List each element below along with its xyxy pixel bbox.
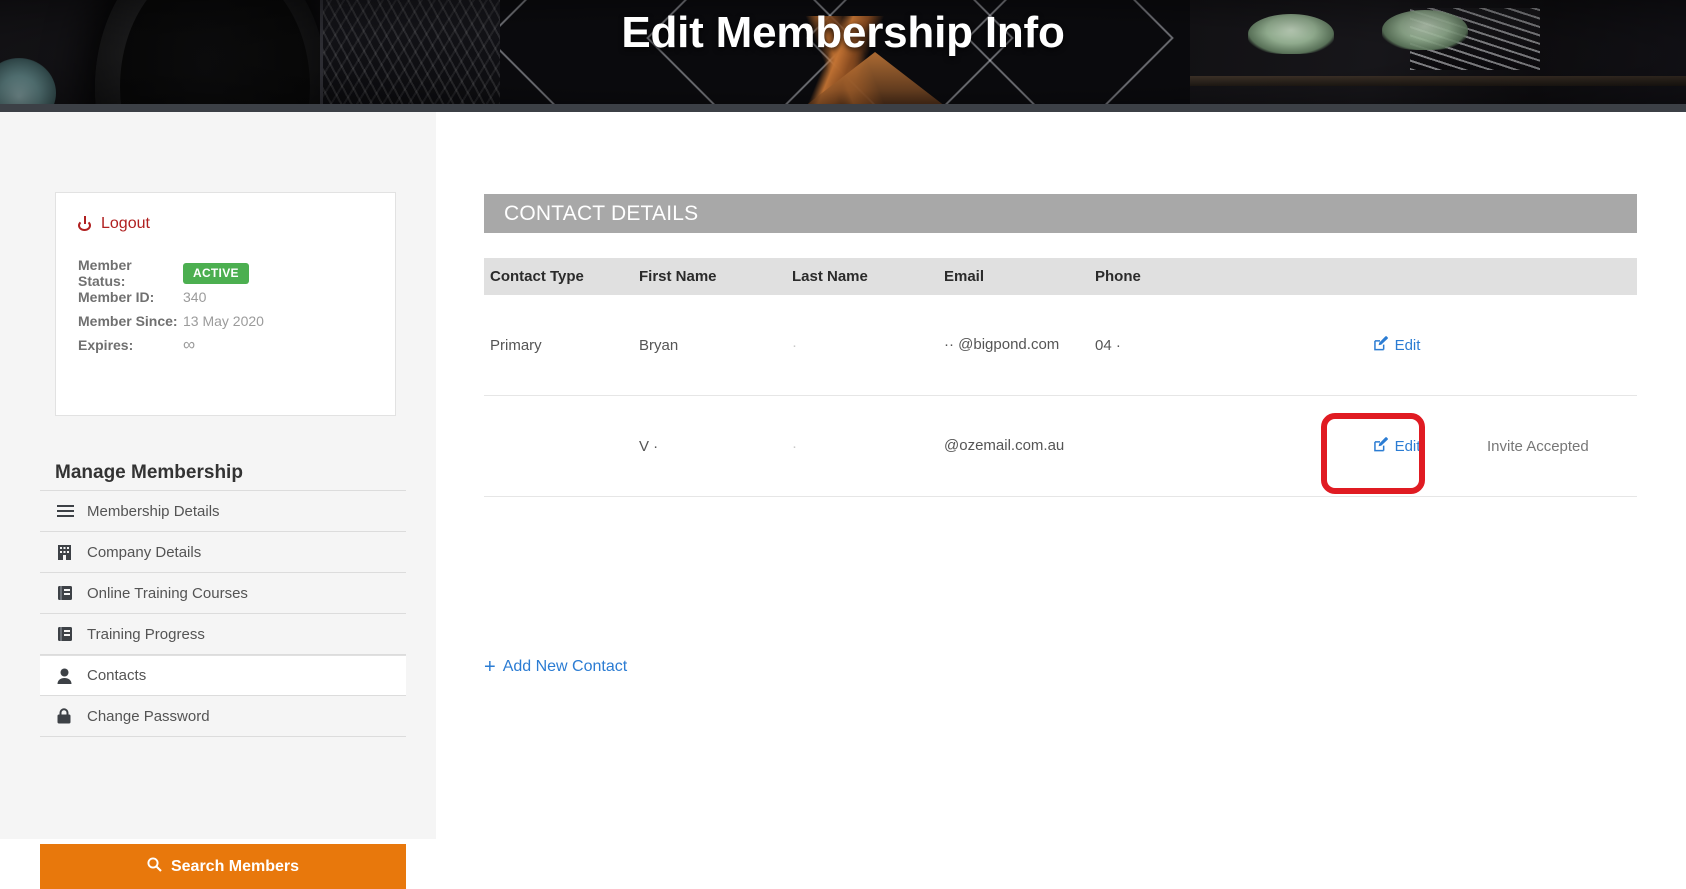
column-header-email: Email [944,267,985,285]
column-header-contact-type: Contact Type [490,268,584,285]
expires-label: Expires: [78,337,134,353]
sidebar-item-label: Company Details [87,543,202,561]
member-status-rows: Member Status: ACTIVE Member ID: 340 Mem… [78,257,264,357]
page-title: Edit Membership Info [621,8,1065,57]
cell-contact-type: Primary [490,336,542,354]
table-row: Primary Bryan · ·· @bigpond.com 04 · Edi… [484,295,1637,396]
edit-link[interactable]: Edit [1373,436,1421,456]
column-header-first-name: First Name [639,268,717,285]
banner-bottom-bar [0,104,1686,112]
contacts-table: Contact Type First Name Last Name Email … [484,258,1637,497]
status-row-member-status: Member Status: ACTIVE [78,257,264,289]
sidebar-item-online-training-courses[interactable]: Online Training Courses [40,573,406,614]
sidebar-item-label: Training Progress [87,625,205,643]
sidebar-item-change-password[interactable]: Change Password [40,696,406,737]
plus-icon: + [484,656,496,678]
cell-email: ·· @bigpond.com [944,336,1060,353]
member-status-card: Logout Member Status: ACTIVE Member ID: … [55,192,396,416]
menu-heading: Manage Membership [55,462,243,483]
cell-actions: Edit [1307,335,1487,355]
cell-last-name: · [792,336,797,354]
edit-label: Edit [1394,437,1421,455]
sidebar-item-label: Contacts [87,667,147,684]
book-icon [57,626,83,642]
cell-last-name: · [792,437,797,455]
column-header-phone: Phone [1095,268,1141,285]
member-status-label: Member Status: [78,257,132,289]
member-id-value: 340 [183,289,207,305]
sidebar: Logout Member Status: ACTIVE Member ID: … [0,112,436,889]
cell-email: @ozemail.com.au [944,437,1065,454]
edit-link[interactable]: Edit [1373,335,1421,355]
cell-actions: Edit [1307,436,1487,456]
logout-button[interactable]: Logout [78,215,150,233]
sidebar-item-label: Change Password [87,707,210,725]
sidebar-item-label: Membership Details [87,502,220,520]
search-members-button[interactable]: Search Members [40,844,406,889]
pen-square-icon [1373,436,1389,456]
member-id-label: Member ID: [78,289,155,305]
table-row: V · · @ozemail.com.au Edit Invite Accept [484,396,1637,497]
edit-label: Edit [1394,336,1421,354]
sidebar-menu: Membership Details Company Details Onlin… [40,490,406,737]
cell-first-name: V · [639,437,659,455]
list-icon [57,504,83,518]
expires-value: ∞ [183,335,195,354]
sidebar-item-label: Online Training Courses [87,584,248,602]
building-icon [57,544,83,560]
status-row-member-since: Member Since: 13 May 2020 [78,309,264,333]
member-since-label: Member Since: [78,313,178,329]
cell-phone: 04 · [1095,336,1121,354]
column-header-last-name: Last Name [792,268,868,285]
search-members-label: Search Members [170,857,300,875]
pen-square-icon [1373,335,1389,355]
status-badge: ACTIVE [183,262,249,284]
book-icon [57,585,83,601]
contact-details-header: CONTACT DETAILS [484,194,1637,233]
cell-invite-status: Invite Accepted [1487,437,1589,455]
page-banner: Edit Membership Info [0,0,1686,110]
table-header-row: Contact Type First Name Last Name Email … [484,258,1637,295]
main-content: CONTACT DETAILS Contact Type First Name … [436,112,1686,839]
search-icon [147,856,162,877]
sidebar-item-membership-details[interactable]: Membership Details [40,491,406,532]
status-row-expires: Expires: ∞ [78,333,264,357]
user-icon [57,668,83,684]
sidebar-item-contacts[interactable]: Contacts [40,655,406,696]
member-since-value: 13 May 2020 [183,313,264,329]
add-new-contact-button[interactable]: + Add New Contact [484,657,627,677]
lock-icon [57,708,83,724]
logout-label: Logout [101,215,150,232]
power-icon [78,215,93,232]
cell-first-name: Bryan [639,336,679,354]
sidebar-item-company-details[interactable]: Company Details [40,532,406,573]
sidebar-item-training-progress[interactable]: Training Progress [40,614,406,655]
status-row-member-id: Member ID: 340 [78,285,264,309]
add-new-contact-label: Add New Contact [502,658,628,675]
